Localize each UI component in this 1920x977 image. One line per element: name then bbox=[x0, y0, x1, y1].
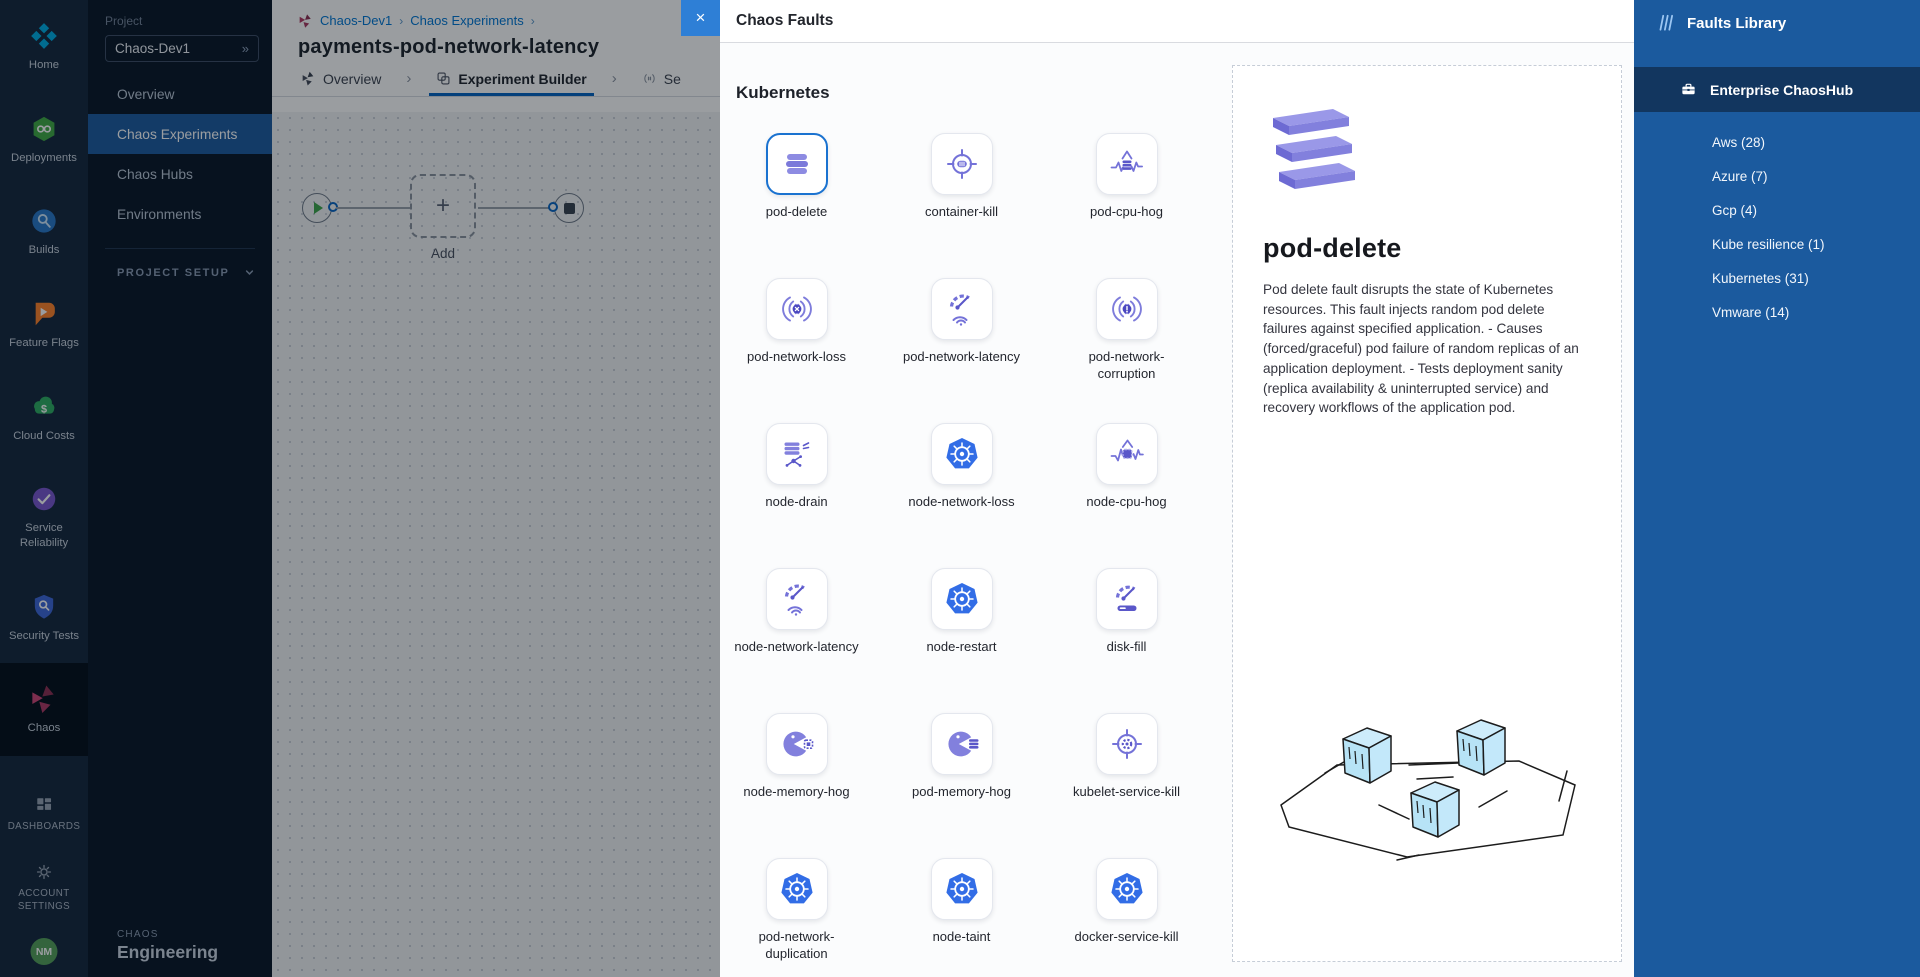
fault-card-container-kill[interactable]: container-kill bbox=[879, 133, 1044, 278]
fault-tile bbox=[1096, 858, 1158, 920]
fault-tile bbox=[766, 713, 828, 775]
fault-card-pod-network-duplication[interactable]: pod-network-duplication bbox=[720, 858, 879, 977]
library-category-aws-28[interactable]: Aws (28) bbox=[1634, 126, 1920, 160]
fault-label: pod-cpu-hog bbox=[1090, 204, 1163, 221]
fault-card-node-network-latency[interactable]: node-network-latency bbox=[720, 568, 879, 713]
fault-card-node-network-loss[interactable]: node-network-loss bbox=[879, 423, 1044, 568]
fault-card-kubelet-service-kill[interactable]: kubelet-service-kill bbox=[1044, 713, 1209, 858]
fault-card-docker-service-kill[interactable]: docker-service-kill bbox=[1044, 858, 1209, 977]
fault-tile bbox=[1096, 713, 1158, 775]
modal-body: Kubernetes pod-delete container-kill pod-c… bbox=[720, 43, 1634, 977]
fault-label: docker-service-kill bbox=[1074, 929, 1178, 946]
modal-title: Chaos Faults bbox=[736, 12, 833, 30]
fault-label: node-taint bbox=[933, 929, 991, 946]
fault-tile bbox=[931, 568, 993, 630]
chaos-studio-screen: HomeDeploymentsBuildsFeature Flags$Cloud… bbox=[0, 0, 1920, 977]
pacman-stack-icon bbox=[944, 726, 980, 762]
library-category-azure-7[interactable]: Azure (7) bbox=[1634, 160, 1920, 194]
fault-card-pod-memory-hog[interactable]: pod-memory-hog bbox=[879, 713, 1044, 858]
faults-library-header: Faults Library bbox=[1634, 0, 1920, 46]
gauge-waves-icon bbox=[779, 581, 815, 617]
library-category-kube-resilience-1[interactable]: Kube resilience (1) bbox=[1634, 228, 1920, 262]
k8s-icon bbox=[1109, 871, 1145, 907]
gauge-disk-icon bbox=[1109, 581, 1145, 617]
briefcase-icon bbox=[1680, 81, 1697, 98]
fault-label: pod-network-latency bbox=[903, 349, 1020, 366]
fault-label: node-restart bbox=[926, 639, 996, 656]
fault-label: pod-network-corruption bbox=[1061, 349, 1193, 383]
fault-tile bbox=[931, 133, 993, 195]
fault-label: disk-fill bbox=[1107, 639, 1147, 656]
waves-x-icon bbox=[779, 291, 815, 327]
faults-library-panel: Faults Library Enterprise ChaosHub Aws (… bbox=[1634, 0, 1920, 977]
pulse-stack-icon bbox=[1109, 146, 1145, 182]
stack-icon bbox=[779, 146, 815, 182]
stack-arrows-icon bbox=[779, 436, 815, 472]
fault-card-pod-network-latency[interactable]: pod-network-latency bbox=[879, 278, 1044, 423]
fault-detail-title: pod-delete bbox=[1263, 233, 1591, 264]
fault-grid: pod-delete container-kill pod-cpu-hog pod-n… bbox=[720, 133, 1209, 977]
library-category-kubernetes-31[interactable]: Kubernetes (31) bbox=[1634, 262, 1920, 296]
fault-tile bbox=[766, 858, 828, 920]
library-category-gcp-4[interactable]: Gcp (4) bbox=[1634, 194, 1920, 228]
fault-card-pod-network-corruption[interactable]: pod-network-corruption bbox=[1044, 278, 1209, 423]
fault-card-node-restart[interactable]: node-restart bbox=[879, 568, 1044, 713]
fault-card-pod-delete[interactable]: pod-delete bbox=[720, 133, 879, 278]
gauge-waves-icon bbox=[944, 291, 980, 327]
fault-tile bbox=[1096, 423, 1158, 485]
crosshair-gear-icon bbox=[1109, 726, 1145, 762]
library-icon bbox=[1656, 13, 1676, 33]
fault-label: node-cpu-hog bbox=[1086, 494, 1166, 511]
hub-label: Enterprise ChaosHub bbox=[1710, 82, 1853, 98]
fault-label: node-memory-hog bbox=[743, 784, 849, 801]
pacman-chip-icon bbox=[779, 726, 815, 762]
pod-delete-large-icon bbox=[1263, 104, 1591, 197]
fault-tile bbox=[766, 568, 828, 630]
fault-tile bbox=[766, 278, 828, 340]
fault-tile bbox=[1096, 278, 1158, 340]
fault-tile bbox=[766, 423, 828, 485]
fault-detail-description: Pod delete fault disrupts the state of K… bbox=[1263, 280, 1591, 418]
k8s-icon bbox=[944, 436, 980, 472]
fault-label: pod-memory-hog bbox=[912, 784, 1011, 801]
fault-label: pod-delete bbox=[766, 204, 827, 221]
fault-tile bbox=[931, 713, 993, 775]
fault-label: pod-network-loss bbox=[747, 349, 846, 366]
close-modal-button[interactable]: × bbox=[681, 0, 720, 36]
waves-alert-icon bbox=[1109, 291, 1145, 327]
k8s-icon bbox=[944, 581, 980, 617]
fault-tile bbox=[931, 858, 993, 920]
fault-card-disk-fill[interactable]: disk-fill bbox=[1044, 568, 1209, 713]
hub-enterprise-chaoshub[interactable]: Enterprise ChaosHub bbox=[1634, 67, 1920, 112]
pods-illustration bbox=[1267, 707, 1587, 897]
fault-card-node-drain[interactable]: node-drain bbox=[720, 423, 879, 568]
fault-tile bbox=[766, 133, 828, 195]
library-categories: Aws (28)Azure (7)Gcp (4)Kube resilience … bbox=[1634, 126, 1920, 330]
fault-label: node-network-loss bbox=[908, 494, 1014, 511]
faults-library-title: Faults Library bbox=[1687, 15, 1786, 32]
k8s-icon bbox=[944, 871, 980, 907]
fault-card-pod-cpu-hog[interactable]: pod-cpu-hog bbox=[1044, 133, 1209, 278]
fault-tile bbox=[931, 278, 993, 340]
chaos-faults-modal: Chaos Faults Kubernetes pod-delete contai… bbox=[720, 0, 1634, 977]
fault-card-node-taint[interactable]: node-taint bbox=[879, 858, 1044, 977]
fault-label: kubelet-service-kill bbox=[1073, 784, 1180, 801]
fault-label: node-drain bbox=[765, 494, 827, 511]
pulse-chip-icon bbox=[1109, 436, 1145, 472]
fault-card-node-memory-hog[interactable]: node-memory-hog bbox=[720, 713, 879, 858]
crosshair-pill-icon bbox=[944, 146, 980, 182]
section-title-kubernetes: Kubernetes bbox=[736, 83, 830, 103]
k8s-icon bbox=[779, 871, 815, 907]
fault-card-pod-network-loss[interactable]: pod-network-loss bbox=[720, 278, 879, 423]
modal-header: Chaos Faults bbox=[720, 0, 1634, 43]
library-category-vmware-14[interactable]: Vmware (14) bbox=[1634, 296, 1920, 330]
fault-tile bbox=[931, 423, 993, 485]
fault-card-node-cpu-hog[interactable]: node-cpu-hog bbox=[1044, 423, 1209, 568]
fault-detail-panel: pod-delete Pod delete fault disrupts the… bbox=[1232, 65, 1622, 962]
fault-label: container-kill bbox=[925, 204, 998, 221]
fault-tile bbox=[1096, 133, 1158, 195]
fault-label: pod-network-duplication bbox=[731, 929, 863, 963]
fault-label: node-network-latency bbox=[734, 639, 858, 656]
fault-tile bbox=[1096, 568, 1158, 630]
